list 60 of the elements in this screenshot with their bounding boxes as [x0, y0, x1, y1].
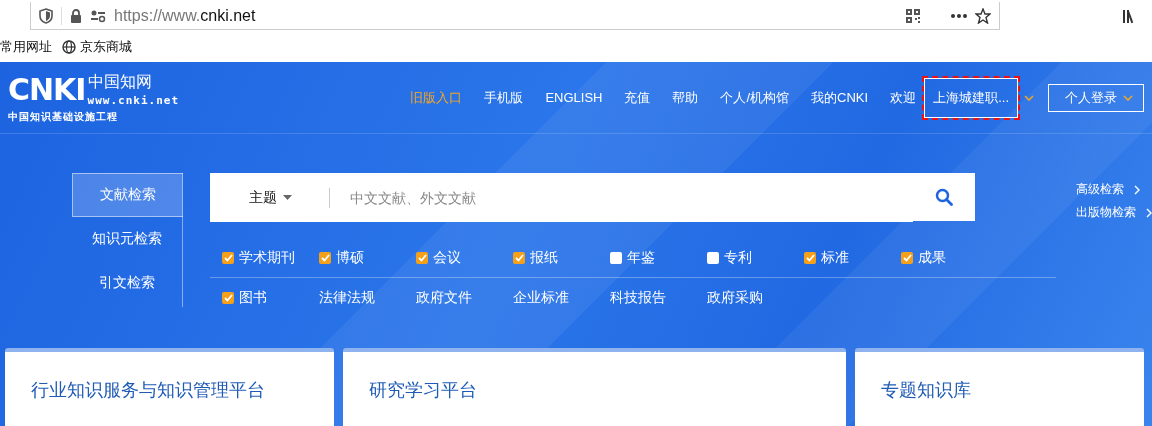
nav-link[interactable]: 旧版入口	[410, 88, 463, 107]
shield-icon	[39, 7, 53, 24]
source-checkbox[interactable]: 图书	[222, 289, 320, 307]
globe-icon	[62, 40, 76, 54]
source-link[interactable]: 企业标准	[513, 289, 611, 307]
search-icon[interactable]	[913, 173, 976, 221]
more-icon[interactable]	[951, 13, 967, 18]
checkbox[interactable]	[222, 252, 235, 264]
search-link[interactable]: 出版物检索	[1076, 204, 1152, 221]
caret-icon	[1123, 94, 1133, 101]
source-checkbox[interactable]: 博硕	[319, 249, 417, 267]
qr-code-icon[interactable]	[905, 7, 921, 24]
welcome-text: 欢迎	[890, 88, 917, 107]
checkbox[interactable]	[416, 252, 429, 264]
source-checkbox[interactable]: 学术期刊	[222, 249, 320, 267]
source-checkbox[interactable]: 标准	[804, 249, 902, 267]
star-icon[interactable]	[975, 7, 991, 24]
platform-card[interactable]: 行业知识服务与知识管理平台	[5, 348, 334, 426]
checkbox[interactable]	[319, 252, 332, 264]
nav-link[interactable]: 个人/机构馆	[720, 88, 790, 107]
bookmark[interactable]: 京东商城	[62, 38, 132, 56]
nav-link[interactable]: 手机版	[484, 88, 524, 107]
chevron-right-icon	[1134, 184, 1140, 195]
source-checkbox[interactable]: 专利	[707, 249, 805, 267]
field-dropdown[interactable]: 主题	[210, 173, 331, 222]
nav-link[interactable]: 我的CNKI	[811, 88, 869, 107]
permissions-icon	[90, 8, 106, 23]
source-link[interactable]: 法律法规	[319, 289, 417, 307]
chevron-right-icon	[1146, 207, 1152, 218]
nav-link[interactable]: ENGLISH	[545, 90, 603, 105]
checkbox[interactable]	[222, 292, 235, 304]
checkbox[interactable]	[901, 252, 914, 264]
url-text: https://www.cnki.net	[114, 6, 256, 25]
source-link[interactable]: 政府采购	[707, 289, 805, 307]
source-link[interactable]: 政府文件	[416, 289, 514, 307]
source-link[interactable]: 科技报告	[610, 289, 708, 307]
checkbox[interactable]	[707, 252, 720, 264]
platform-card[interactable]: 专题知识库	[855, 348, 1144, 426]
caret-icon	[1024, 94, 1034, 101]
nav-link[interactable]: 充值	[624, 88, 651, 107]
source-checkbox[interactable]: 会议	[416, 249, 514, 267]
nav-link[interactable]: 帮助	[672, 88, 699, 107]
search-tab[interactable]: 知识元检索	[72, 217, 183, 261]
institution-link[interactable]: 上海城建职...	[924, 77, 1018, 118]
lock-icon	[70, 7, 82, 24]
search-input[interactable]: 中文文献、外文文献	[330, 173, 914, 222]
source-checkbox[interactable]: 报纸	[513, 249, 611, 267]
platform-card[interactable]: 研究学习平台	[343, 348, 846, 426]
checkbox[interactable]	[610, 252, 623, 264]
search-tab[interactable]: 引文检索	[72, 261, 183, 305]
dropdown-arrow-icon	[282, 195, 292, 200]
search-link[interactable]: 高级检索	[1076, 181, 1152, 198]
bookmark[interactable]: 常用网址	[0, 38, 52, 56]
login-button[interactable]: 个人登录	[1048, 83, 1144, 112]
source-checkbox[interactable]: 成果	[901, 249, 999, 267]
checkbox[interactable]	[804, 252, 817, 264]
source-checkbox[interactable]: 年鉴	[610, 249, 708, 267]
search-tab[interactable]: 文献检索	[72, 173, 184, 217]
checkbox[interactable]	[513, 252, 526, 264]
address-bar[interactable]: https://www.cnki.net	[30, 2, 1000, 30]
